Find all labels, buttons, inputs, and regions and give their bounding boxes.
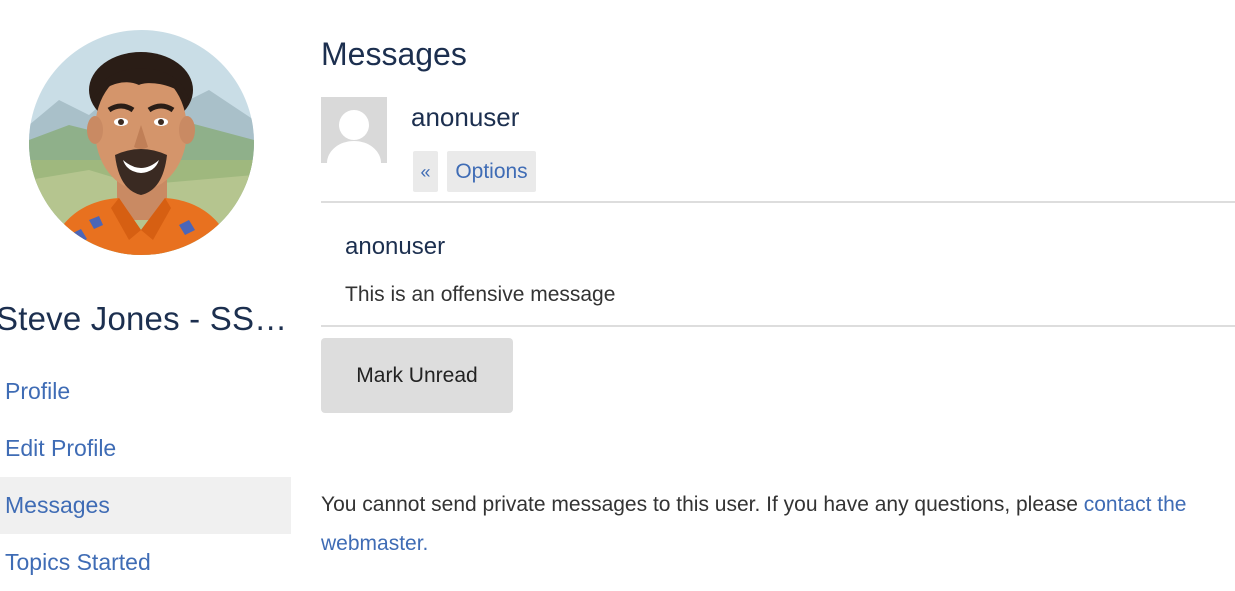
divider	[321, 201, 1235, 203]
notice-text: You cannot send private messages to this…	[321, 493, 1084, 516]
messages-panel: Messages anonuser « Options anonuser Thi…	[321, 0, 1235, 560]
nav-item-topics-started[interactable]: Topics Started	[0, 534, 291, 591]
options-button[interactable]: Options	[447, 151, 536, 192]
nav-item-edit-profile[interactable]: Edit Profile	[0, 420, 291, 477]
nav-item-messages[interactable]: Messages	[0, 477, 291, 534]
page-title: Messages	[321, 36, 467, 72]
nav-item-profile[interactable]: Profile	[0, 363, 291, 420]
thread-user-name: anonuser	[411, 102, 520, 132]
profile-sidebar: Steve Jones - SSC Editor Profile Edit Pr…	[0, 0, 291, 575]
previous-button[interactable]: «	[413, 151, 438, 192]
message-body: This is an offensive message	[345, 283, 616, 306]
profile-nav: Profile Edit Profile Messages Topics Sta…	[0, 363, 291, 591]
private-message-notice: You cannot send private messages to this…	[321, 485, 1231, 563]
mark-unread-button[interactable]: Mark Unread	[321, 338, 513, 413]
divider	[321, 325, 1235, 327]
default-avatar-icon	[321, 97, 387, 163]
message-sender: anonuser	[345, 233, 446, 260]
user-avatar	[29, 30, 254, 255]
profile-user-name: Steve Jones - SSC Editor	[0, 300, 291, 337]
